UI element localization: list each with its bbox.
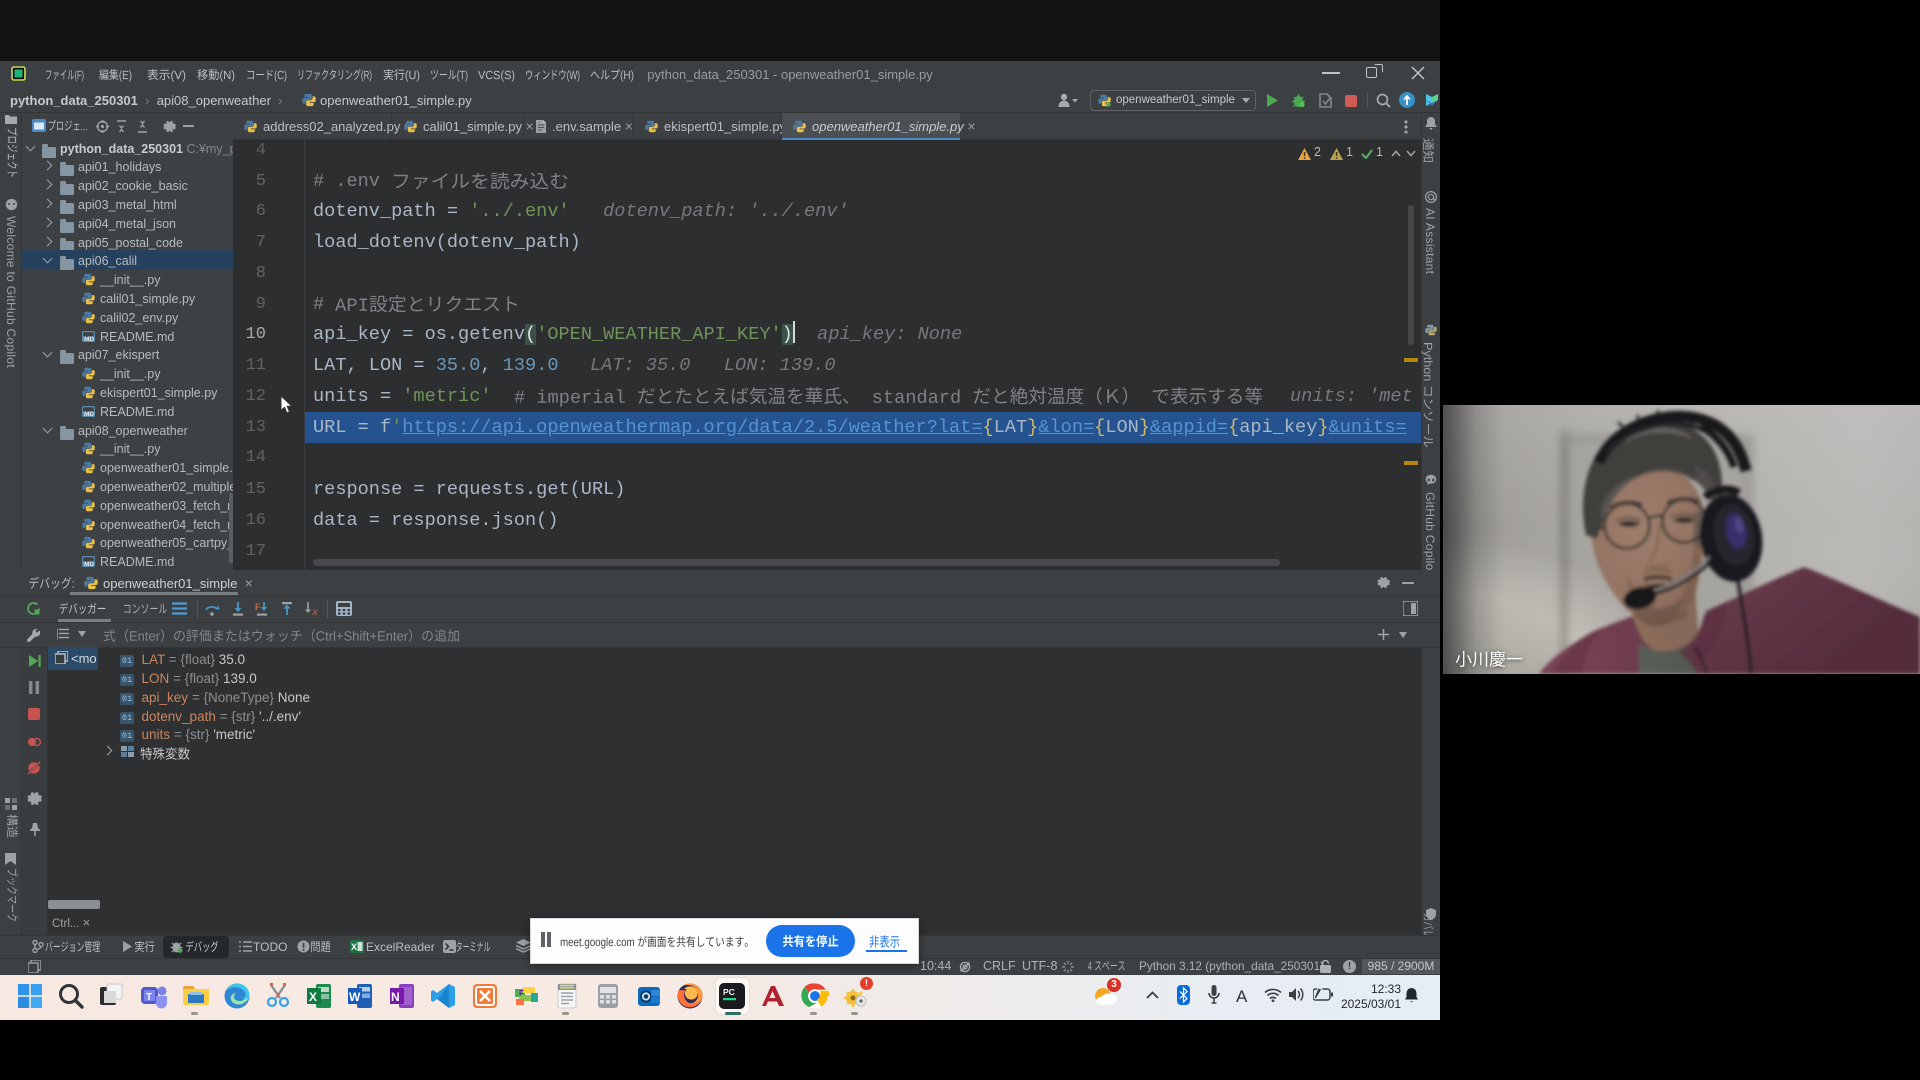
svg-text:X: X — [309, 990, 317, 1004]
svg-text:x: x — [311, 608, 318, 616]
svg-text:F: F — [255, 602, 261, 612]
svg-text:W: W — [349, 990, 361, 1004]
svg-text:N: N — [391, 990, 400, 1004]
svg-text:X: X — [351, 942, 357, 952]
svg-text:F: F — [519, 989, 524, 998]
svg-text:T: T — [146, 992, 152, 1003]
svg-text:MD: MD — [84, 561, 94, 568]
svg-text:PC: PC — [723, 987, 735, 997]
svg-text:MD: MD — [84, 411, 94, 418]
svg-text:MD: MD — [84, 336, 94, 343]
